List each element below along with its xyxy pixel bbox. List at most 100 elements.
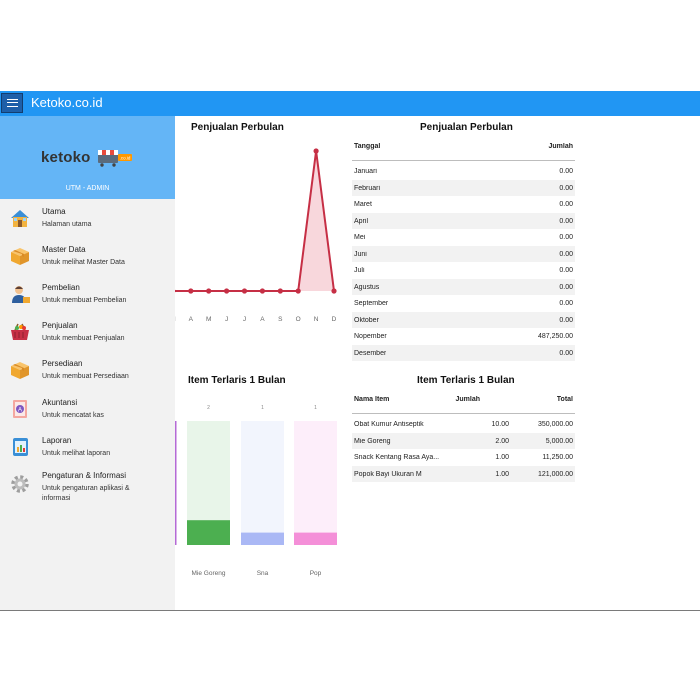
x-tick-label: D [332, 316, 337, 323]
cell-month: Juni [354, 250, 367, 258]
table-header: Nama Item Jumlah Total [352, 391, 575, 414]
gear-icon [11, 475, 29, 493]
cell-month: September [354, 300, 389, 307]
table-row[interactable]: Mei 0.00 [352, 229, 575, 246]
cell-amount: 0.00 [559, 349, 573, 357]
logo-text: ketoko [41, 149, 91, 166]
bar-value-label: 1 [314, 405, 317, 411]
bar-0 [187, 520, 230, 545]
app-title: Ketoko.co.id [31, 95, 103, 110]
x-tick-label: Sna [257, 570, 269, 577]
bar-2 [294, 532, 337, 545]
report-icon [13, 438, 28, 456]
cell-item-name: Mie Goreng [354, 437, 391, 445]
cell-amount: 0.00 [559, 267, 573, 274]
data-point-7 [259, 288, 265, 294]
table-row[interactable]: Juni 0.00 [352, 245, 575, 262]
cell-total: 121,000.00 [537, 470, 573, 478]
bar-1 [241, 532, 284, 545]
cell-amount: 0.00 [559, 168, 573, 175]
data-point-10 [313, 148, 319, 154]
nav-item-title: Utama [42, 207, 66, 216]
column-header-tanggal: Tanggal [354, 143, 381, 150]
cell-amount: 487,250.00 [537, 333, 573, 340]
bar-value-label: 2 [207, 405, 210, 411]
x-tick-label: M [206, 316, 211, 323]
sidebar-item-persediaan[interactable]: Persediaan Untuk membuat Persediaan [0, 359, 175, 393]
x-tick-label: S [278, 316, 283, 323]
main-content: Penjualan Perbulan JFMAMJJASOND Penjuala… [175, 116, 700, 610]
table-row[interactable]: Nopember 487,250.00 [352, 328, 575, 345]
logo-badge: .co.id [120, 156, 131, 161]
table-row[interactable]: Agustus 0.00 [352, 278, 575, 295]
bar-track [241, 421, 284, 545]
sidebar-item-master-data[interactable]: Master Data Untuk melihat Master Data [0, 245, 175, 279]
column-header-nama-item: Nama Item [354, 396, 390, 403]
cell-quantity: 2.00 [495, 437, 509, 445]
data-point-6 [241, 288, 248, 294]
cell-month: Mei [354, 234, 366, 241]
x-tick-label: J [225, 316, 228, 323]
bar-edge [175, 421, 177, 545]
table-row[interactable]: Februari 0.00 [352, 179, 575, 196]
x-tick-label: Mie Goreng [192, 570, 226, 577]
cell-item-name: Obat Kumur Antiseptik [354, 421, 424, 428]
table-row[interactable]: Mie Goreng 2.00 5,000.00 [352, 432, 575, 449]
cell-month: Juli [354, 267, 365, 274]
cell-month: Maret [354, 201, 372, 208]
nav-item-subtitle: Untuk mencatat kas [42, 412, 104, 419]
sidebar-item-laporan[interactable]: Laporan Untuk melihat laporan [0, 436, 175, 470]
sales-area-fill [175, 151, 334, 291]
top-items-table: Nama Item Jumlah Total Obat Kumur Antise… [352, 391, 575, 482]
table-row[interactable]: Desember 0.00 [352, 344, 575, 361]
sidebar-item-utama[interactable]: Utama Halaman utama [0, 207, 175, 241]
table-row[interactable]: September 0.00 [352, 295, 575, 312]
sales-chart-title: Penjualan Perbulan [191, 122, 284, 133]
sidebar-item-pengaturan[interactable]: Pengaturan & Informasi Untuk pengaturan … [0, 471, 175, 511]
table-row[interactable]: Oktober 0.00 [352, 311, 575, 328]
cell-amount: 0.00 [559, 217, 573, 225]
data-point-3 [188, 288, 194, 294]
column-header-total: Total [556, 396, 573, 403]
cell-total: 350,000.00 [537, 421, 573, 428]
top-items-table-title: Item Terlaris 1 Bulan [417, 375, 515, 386]
cell-month: Nopember [354, 333, 387, 340]
cart-logo-icon: .co.id [98, 150, 132, 167]
app-logo: ketoko .co.id [41, 146, 136, 172]
sales-table: Tanggal Jumlah Januari 0.00 Februari 0.00 Ma… [352, 138, 575, 361]
data-point-2 [175, 289, 176, 293]
nav-item-subtitle: Untuk melihat laporan [42, 450, 111, 457]
menu-button[interactable] [1, 93, 23, 113]
data-point-5 [224, 288, 230, 294]
data-point-9 [295, 288, 301, 294]
x-tick-label: A [260, 316, 265, 323]
cell-amount: 0.00 [559, 234, 573, 241]
hamburger-icon [6, 99, 18, 107]
cell-amount: 0.00 [559, 250, 573, 258]
bar-track [294, 421, 337, 545]
cell-quantity: 10.00 [491, 421, 509, 428]
nav-item-subtitle: Untuk membuat Persediaan [42, 373, 129, 380]
table-row[interactable]: Obat Kumur Antiseptik 10.00 350,000.00 [352, 416, 575, 433]
column-header-jumlah: Jumlah [548, 143, 573, 150]
sidebar-item-penjualan[interactable]: Penjualan Untuk membuat Penjualan [0, 321, 175, 355]
x-tick-label: N [314, 316, 319, 323]
table-row[interactable]: Juli 0.00 [352, 262, 575, 279]
table-row[interactable]: Januari 0.00 [352, 163, 575, 180]
table-row[interactable]: Snack Kentang Rasa Aya... 1.00 11,250.00 [352, 449, 575, 466]
nav-item-subtitle: Untuk pengaturan aplikasi & informasi [42, 485, 130, 502]
cell-month: Oktober [354, 316, 379, 324]
table-row[interactable]: Popok Bayi Ukuran M 1.00 121,000.00 [352, 465, 575, 482]
top-items-chart-title: Item Terlaris 1 Bulan [188, 375, 286, 386]
cell-item-name: Snack Kentang Rasa Aya... [354, 454, 440, 461]
nav-item-subtitle: Halaman utama [42, 221, 92, 228]
data-point-11 [331, 288, 337, 294]
table-row[interactable]: Maret 0.00 [352, 196, 575, 213]
user-role: UTM - ADMIN [65, 185, 110, 192]
sidebar-item-pembelian[interactable]: Pembelian Untuk membuat Pembelian [0, 283, 175, 317]
nav-item-subtitle: Untuk membuat Penjualan [42, 335, 125, 342]
sidebar-item-akuntansi[interactable]: A Akuntansi Untuk mencatat kas [0, 398, 175, 432]
table-row[interactable]: April 0.00 [352, 212, 575, 229]
nav-item-subtitle: Untuk membuat Pembelian [42, 297, 127, 304]
cell-total: 5,000.00 [545, 437, 573, 445]
